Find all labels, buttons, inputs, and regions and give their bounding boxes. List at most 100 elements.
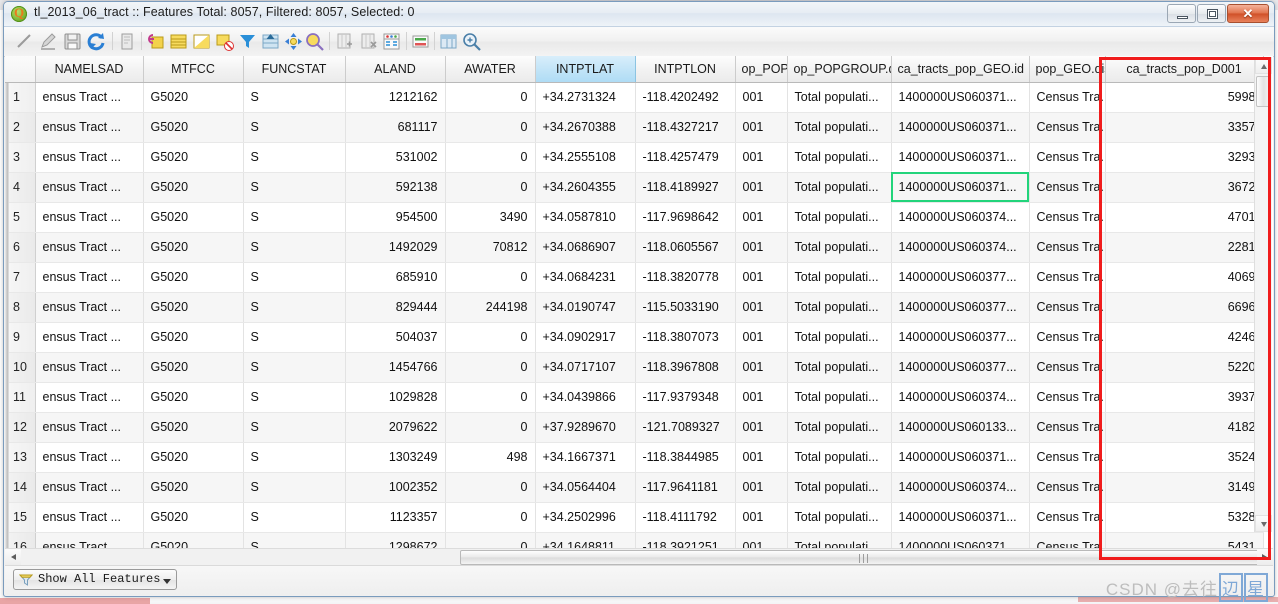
table-row[interactable]: 7 ensus Tract ... G5020 S 685910 0 +34.0684231… xyxy=(5,262,1264,293)
cell-INTPTLAT[interactable]: +34.0439866 xyxy=(535,382,636,413)
cell-GEO_id[interactable]: 1400000US060377... xyxy=(891,262,1030,293)
cell-NAMELSAD[interactable]: ensus Tract ... xyxy=(35,412,144,443)
cell-GEO_id[interactable]: 1400000US060374... xyxy=(891,382,1030,413)
column-header-ALAND[interactable]: ALAND xyxy=(345,56,446,83)
cell-GEO_id[interactable]: 1400000US060374... xyxy=(891,472,1030,503)
cell-AWATER[interactable]: 0 xyxy=(445,322,536,353)
column-header-pop_POPGROUP[interactable]: op_POPGROUP.d xyxy=(787,56,892,83)
cell-INTPTLON[interactable]: -118.3967808 xyxy=(635,352,736,383)
table-row[interactable]: 5 ensus Tract ... G5020 S 954500 3490 +34.0587… xyxy=(5,202,1264,233)
cell-INTPTLAT[interactable]: +34.0587810 xyxy=(535,202,636,233)
cell-pop_POP[interactable]: 001 xyxy=(735,112,788,143)
cell-ALAND[interactable]: 1212162 xyxy=(345,82,446,113)
cell-INTPTLAT[interactable]: +34.0717107 xyxy=(535,352,636,383)
row-number-cell[interactable]: 8 xyxy=(5,292,36,323)
table-row[interactable]: 9 ensus Tract ... G5020 S 504037 0 +34.0902917… xyxy=(5,322,1264,353)
cell-INTPTLAT[interactable]: +34.0902917 xyxy=(535,322,636,353)
cell-pop_POPGROUP[interactable]: Total populati... xyxy=(787,322,892,353)
cell-GEO_id[interactable]: 1400000US060377... xyxy=(891,322,1030,353)
table-row[interactable]: 2 ensus Tract ... G5020 S 681117 0 +34.2670388… xyxy=(5,112,1264,143)
cell-INTPTLON[interactable]: -118.4327217 xyxy=(635,112,736,143)
row-number-cell[interactable]: 10 xyxy=(5,352,36,383)
cell-NAMELSAD[interactable]: ensus Tract ... xyxy=(35,322,144,353)
cell-GEO_dis[interactable]: Census Tra... xyxy=(1029,382,1106,413)
filter-icon[interactable] xyxy=(237,31,258,52)
cell-D001[interactable]: 5220 xyxy=(1105,352,1264,383)
move-selection-to-top-icon[interactable] xyxy=(260,31,281,52)
select-by-expression-icon[interactable] xyxy=(145,31,166,52)
table-row[interactable]: 11 ensus Tract ... G5020 S 1029828 0 +34.04398… xyxy=(5,382,1264,413)
cell-FUNCSTAT[interactable]: S xyxy=(243,472,346,503)
cell-MTFCC[interactable]: G5020 xyxy=(143,472,244,503)
horizontal-scrollbar[interactable] xyxy=(5,548,1273,566)
cell-GEO_id[interactable]: 1400000US060133... xyxy=(891,412,1030,443)
cell-pop_POPGROUP[interactable]: Total populati... xyxy=(787,112,892,143)
cell-AWATER[interactable]: 0 xyxy=(445,352,536,383)
cell-MTFCC[interactable]: G5020 xyxy=(143,412,244,443)
cell-D001[interactable]: 6696 xyxy=(1105,292,1264,323)
cell-GEO_dis[interactable]: Census Tra... xyxy=(1029,202,1106,233)
cell-AWATER[interactable]: 244198 xyxy=(445,292,536,323)
column-header-GEO_dis[interactable]: pop_GEO.dis xyxy=(1029,56,1106,83)
cell-pop_POP[interactable]: 001 xyxy=(735,262,788,293)
cell-INTPTLON[interactable]: -118.4202492 xyxy=(635,82,736,113)
cell-GEO_dis[interactable]: Census Tra... xyxy=(1029,262,1106,293)
cell-INTPTLON[interactable]: -117.9641181 xyxy=(635,472,736,503)
cell-D001[interactable]: 5328 xyxy=(1105,502,1264,533)
cell-AWATER[interactable]: 0 xyxy=(445,472,536,503)
cell-MTFCC[interactable]: G5020 xyxy=(143,172,244,203)
cell-INTPTLAT[interactable]: +37.9289670 xyxy=(535,412,636,443)
cell-NAMELSAD[interactable]: ensus Tract ... xyxy=(35,292,144,323)
cell-INTPTLON[interactable]: -118.0605567 xyxy=(635,232,736,263)
cell-INTPTLAT[interactable]: +34.0684231 xyxy=(535,262,636,293)
cell-INTPTLAT[interactable]: +34.1667371 xyxy=(535,442,636,473)
cell-pop_POP[interactable]: 001 xyxy=(735,172,788,203)
table-row[interactable]: 12 ensus Tract ... G5020 S 2079622 0 +37.92896… xyxy=(5,412,1264,443)
horizontal-scrollbar-thumb[interactable] xyxy=(460,550,1265,565)
row-number-cell[interactable]: 2 xyxy=(5,112,36,143)
minimize-button[interactable] xyxy=(1167,4,1196,23)
cell-AWATER[interactable]: 0 xyxy=(445,412,536,443)
cell-NAMELSAD[interactable]: ensus Tract ... xyxy=(35,82,144,113)
maximize-restore-button[interactable] xyxy=(1197,4,1226,23)
column-header-FUNCSTAT[interactable]: FUNCSTAT xyxy=(243,56,346,83)
column-header-INTPTLAT[interactable]: INTPTLAT xyxy=(535,56,636,83)
cell-FUNCSTAT[interactable]: S xyxy=(243,82,346,113)
cell-NAMELSAD[interactable]: ensus Tract ... xyxy=(35,232,144,263)
cell-ALAND[interactable]: 681117 xyxy=(345,112,446,143)
cell-GEO_dis[interactable]: Census Tra... xyxy=(1029,472,1106,503)
cell-AWATER[interactable]: 0 xyxy=(445,82,536,113)
cell-NAMELSAD[interactable]: ensus Tract ... xyxy=(35,352,144,383)
row-number-cell[interactable]: 11 xyxy=(5,382,36,413)
cell-ALAND[interactable]: 1123357 xyxy=(345,502,446,533)
cell-FUNCSTAT[interactable]: S xyxy=(243,442,346,473)
table-row[interactable]: 1 ensus Tract ... G5020 S 1212162 0 +34.273132… xyxy=(5,82,1264,113)
cell-AWATER[interactable]: 0 xyxy=(445,262,536,293)
cell-INTPTLAT[interactable]: +34.0190747 xyxy=(535,292,636,323)
invert-selection-icon[interactable] xyxy=(191,31,212,52)
cell-FUNCSTAT[interactable]: S xyxy=(243,382,346,413)
cell-NAMELSAD[interactable]: ensus Tract ... xyxy=(35,502,144,533)
table-row[interactable]: 13 ensus Tract ... G5020 S 1303249 498 +34.166… xyxy=(5,442,1264,473)
scroll-right-button[interactable] xyxy=(1257,549,1273,565)
row-number-cell[interactable]: 1 xyxy=(5,82,36,113)
cell-GEO_dis[interactable]: Census Tra... xyxy=(1029,412,1106,443)
delete-column-icon[interactable] xyxy=(358,31,379,52)
cell-INTPTLAT[interactable]: +34.2731324 xyxy=(535,82,636,113)
cell-INTPTLON[interactable]: -117.9698642 xyxy=(635,202,736,233)
cell-AWATER[interactable]: 70812 xyxy=(445,232,536,263)
cell-GEO_id[interactable]: 1400000US060371... xyxy=(891,502,1030,533)
select-all-icon[interactable] xyxy=(168,31,189,52)
cell-pop_POPGROUP[interactable]: Total populati... xyxy=(787,82,892,113)
cell-AWATER[interactable]: 498 xyxy=(445,442,536,473)
cell-INTPTLAT[interactable]: +34.2670388 xyxy=(535,112,636,143)
vertical-scrollbar[interactable] xyxy=(1254,57,1272,532)
table-row[interactable]: 15 ensus Tract ... G5020 S 1123357 0 +34.25029… xyxy=(5,502,1264,533)
cell-GEO_id[interactable]: 1400000US060371... xyxy=(891,112,1030,143)
cell-FUNCSTAT[interactable]: S xyxy=(243,172,346,203)
row-number-cell[interactable]: 3 xyxy=(5,142,36,173)
pan-to-selection-icon[interactable] xyxy=(283,31,304,52)
cell-GEO_id[interactable]: 1400000US060377... xyxy=(891,292,1030,323)
organize-columns-icon[interactable] xyxy=(438,31,459,52)
cell-GEO_id[interactable]: 1400000US060371... xyxy=(891,172,1030,203)
